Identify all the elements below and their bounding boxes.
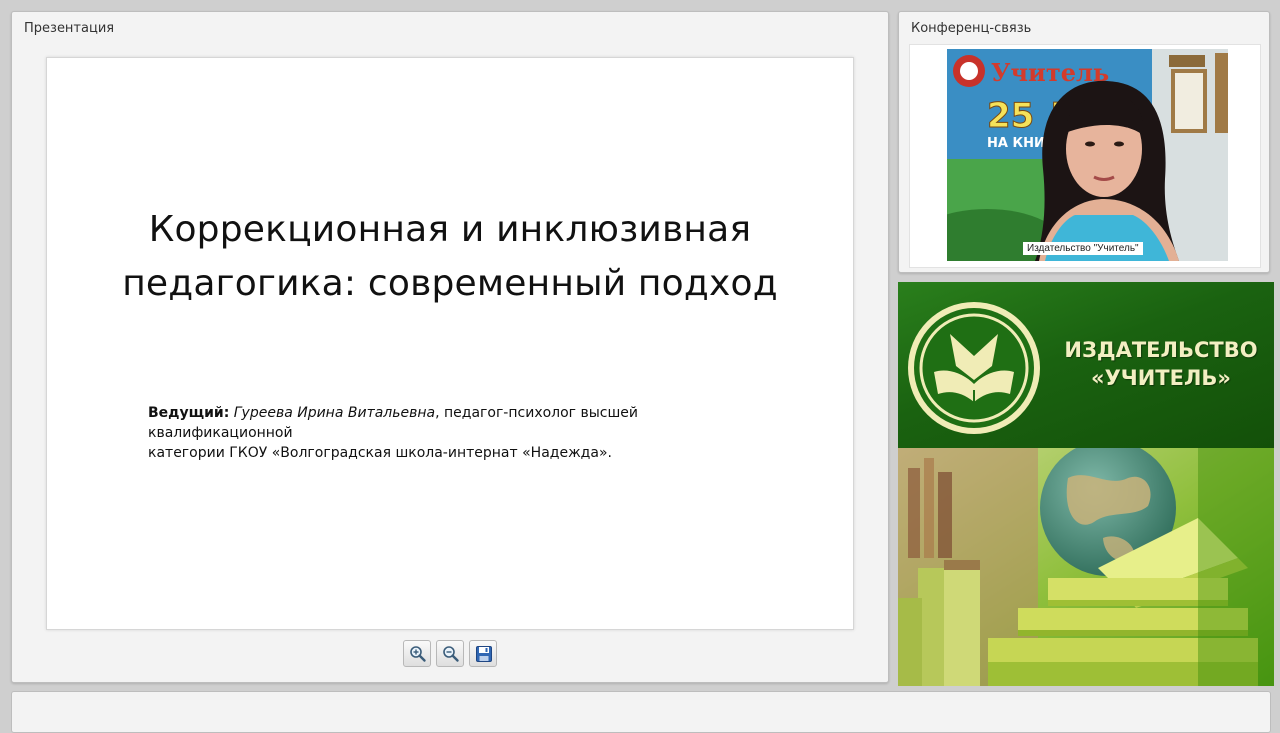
slide-title-line-1: Коррекционная и инклюзивная — [148, 209, 752, 250]
ad-publisher-name: ИЗДАТЕЛЬСТВО «УЧИТЕЛЬ» — [1058, 336, 1264, 392]
presenter-label: Ведущий: — [148, 405, 230, 421]
ad-line-1: ИЗДАТЕЛЬСТВО — [1064, 338, 1258, 362]
video-feed[interactable]: Учитель 25 ЛЕТ НА КНИЖНОМ — [947, 49, 1228, 261]
presentation-title: Презентация — [24, 21, 115, 36]
presentation-panel: Презентация Коррекционная и инклюзивная … — [11, 11, 889, 683]
presenter-desc-2: категории ГКОУ «Волгоградская школа-инте… — [148, 445, 612, 461]
ad-banner[interactable]: ИЗДАТЕЛЬСТВО «УЧИТЕЛЬ» — [898, 282, 1274, 686]
ad-banner-image — [898, 440, 1274, 686]
presenter-name: Гуреева Ирина Витальевна — [233, 405, 436, 421]
video-scene: Учитель 25 ЛЕТ НА КНИЖНОМ — [947, 49, 1228, 261]
conference-title: Конференц-связь — [911, 21, 1032, 36]
publisher-logo-icon — [908, 302, 1040, 434]
zoom-out-button[interactable] — [436, 640, 464, 667]
zoom-in-icon — [410, 646, 426, 662]
ad-line-2: «УЧИТЕЛЬ» — [1091, 366, 1231, 390]
video-caption: Издательство "Учитель" — [1023, 242, 1143, 255]
slide-title-line-2: педагогика: современный подход — [122, 263, 778, 304]
bottom-bar — [11, 691, 1271, 733]
conference-panel: Конференц-связь Учитель 25 ЛЕТ НА КНИЖНО… — [898, 11, 1270, 273]
save-icon — [476, 646, 492, 662]
slide: Коррекционная и инклюзивная педагогика: … — [46, 57, 854, 630]
save-button[interactable] — [469, 640, 497, 667]
video-frame: Учитель 25 ЛЕТ НА КНИЖНОМ — [909, 44, 1261, 268]
zoom-out-icon — [443, 646, 459, 662]
slide-title: Коррекционная и инклюзивная педагогика: … — [47, 203, 853, 311]
ad-banner-header: ИЗДАТЕЛЬСТВО «УЧИТЕЛЬ» — [898, 282, 1274, 448]
slide-presenter: Ведущий: Гуреева Ирина Витальевна, педаг… — [148, 403, 768, 463]
zoom-in-button[interactable] — [403, 640, 431, 667]
books-globe-illustration — [898, 440, 1274, 686]
